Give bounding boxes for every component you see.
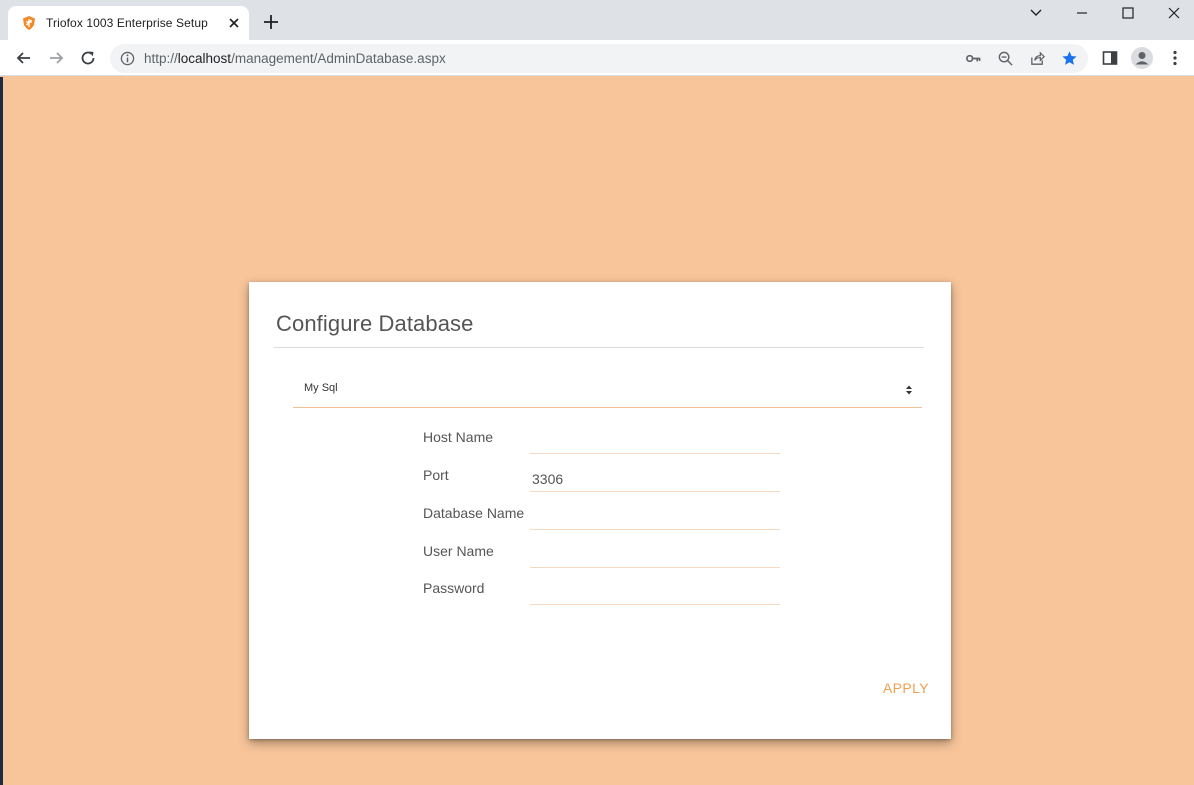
host-name-input[interactable] xyxy=(530,428,780,454)
password-input[interactable] xyxy=(530,579,780,605)
zoom-out-icon[interactable] xyxy=(997,50,1014,67)
tab-title: Triofox 1003 Enterprise Setup xyxy=(46,16,208,30)
database-type-value: My Sql xyxy=(304,382,338,394)
database-name-label: Database Name xyxy=(423,505,525,521)
tab-search-chevron-icon[interactable] xyxy=(1027,4,1045,22)
back-arrow-icon[interactable] xyxy=(15,49,33,67)
close-tab-icon[interactable] xyxy=(226,15,242,31)
browser-toolbar: http://localhost/management/AdminDatabas… xyxy=(0,40,1194,76)
browser-tabstrip: Triofox 1003 Enterprise Setup xyxy=(0,0,1194,40)
port-input[interactable] xyxy=(530,466,780,492)
triofox-shield-icon xyxy=(23,16,35,30)
url-host: localhost xyxy=(177,51,232,66)
browser-tab[interactable]: Triofox 1003 Enterprise Setup xyxy=(8,6,249,40)
card-title: Configure Database xyxy=(276,311,474,336)
reload-icon[interactable] xyxy=(79,49,97,67)
apply-button[interactable]: APPLY xyxy=(857,676,929,700)
url-path: /management/AdminDatabase.aspx xyxy=(231,51,446,66)
user-name-input[interactable] xyxy=(530,542,780,568)
bookmark-star-icon[interactable] xyxy=(1061,50,1078,67)
password-label: Password xyxy=(423,580,485,596)
configure-database-card: Configure Database My Sql Host Name Port… xyxy=(249,282,951,739)
site-info-icon[interactable] xyxy=(120,51,135,66)
share-icon[interactable] xyxy=(1029,50,1046,67)
port-label: Port xyxy=(423,467,449,483)
key-icon[interactable] xyxy=(965,50,982,67)
database-name-input[interactable] xyxy=(530,504,780,530)
forward-arrow-icon[interactable] xyxy=(47,49,65,67)
minimize-window-icon[interactable] xyxy=(1073,4,1091,22)
more-menu-icon[interactable] xyxy=(1166,49,1184,67)
close-window-icon[interactable] xyxy=(1165,4,1183,22)
url-scheme: http:// xyxy=(144,51,178,66)
user-name-label: User Name xyxy=(423,543,494,559)
side-panel-icon[interactable] xyxy=(1101,49,1119,67)
address-bar[interactable]: http://localhost/management/AdminDatabas… xyxy=(110,44,1088,73)
new-tab-plus-icon[interactable] xyxy=(262,13,280,31)
maximize-window-icon[interactable] xyxy=(1119,4,1137,22)
host-name-label: Host Name xyxy=(423,429,494,445)
profile-avatar-icon[interactable] xyxy=(1131,47,1153,69)
select-updown-arrow-icon xyxy=(906,385,912,395)
url-text[interactable]: http://localhost/management/AdminDatabas… xyxy=(144,51,446,66)
database-type-select[interactable]: My Sql xyxy=(293,377,922,408)
title-divider xyxy=(274,347,924,348)
